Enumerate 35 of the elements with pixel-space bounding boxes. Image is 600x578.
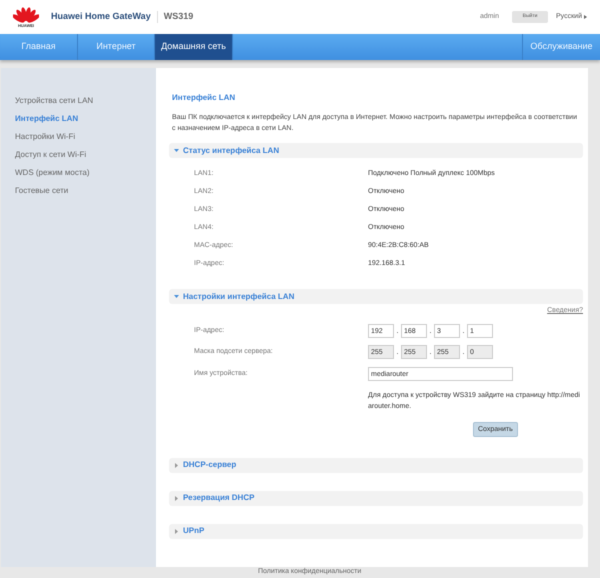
sidebar-item[interactable]: Интерфейс LAN (15, 114, 156, 123)
section-header[interactable]: UPnP (169, 524, 583, 538)
section-header[interactable]: Статус интерфейса LAN (169, 143, 583, 158)
dot-separator: . (461, 346, 466, 358)
brand-title: Huawei Home GateWay (51, 10, 151, 24)
expand-down-icon (174, 148, 179, 153)
nav-tab[interactable]: Обслуживание (522, 34, 600, 60)
expand-right-icon (174, 528, 179, 534)
expand-down-icon (174, 294, 179, 299)
nav-tab[interactable]: Главная (0, 34, 78, 60)
expand-right-icon (174, 462, 179, 468)
dot-separator: . (461, 325, 466, 337)
caret-icon (584, 15, 587, 19)
dot-separator: . (428, 325, 433, 337)
section-header[interactable]: Резервация DHCP (169, 490, 583, 506)
section-title: UPnP (183, 525, 204, 537)
model-name: WS319 (164, 10, 194, 24)
section-title: Настройки интерфейса LAN (183, 290, 294, 302)
logo-icon (13, 6, 39, 24)
section-title: Статус интерфейса LAN (183, 144, 280, 156)
sidebar-item[interactable]: Настройки Wi-Fi (15, 132, 156, 141)
section-header[interactable]: DHCP-сервер (169, 458, 583, 472)
page-title: Интерфейс LAN (172, 92, 236, 104)
section-title: DHCP-сервер (183, 459, 236, 471)
dot-separator: . (395, 346, 400, 358)
sidebar-item[interactable]: Доступ к сети Wi-Fi (15, 150, 156, 159)
nav-tab[interactable]: Домашняя сеть (155, 34, 233, 60)
expand-right-icon (174, 496, 179, 500)
dot-separator: . (428, 346, 433, 358)
section-title: Резервация DHCP (183, 492, 254, 504)
sidebar-item[interactable]: Устройства сети LAN (15, 96, 156, 105)
dot-separator: . (395, 325, 400, 337)
sidebar-item[interactable]: Гостевые сети (15, 186, 156, 195)
section-header[interactable]: Настройки интерфейса LAN (169, 289, 583, 304)
sidebar-item[interactable]: WDS (режим моста) (15, 168, 156, 177)
